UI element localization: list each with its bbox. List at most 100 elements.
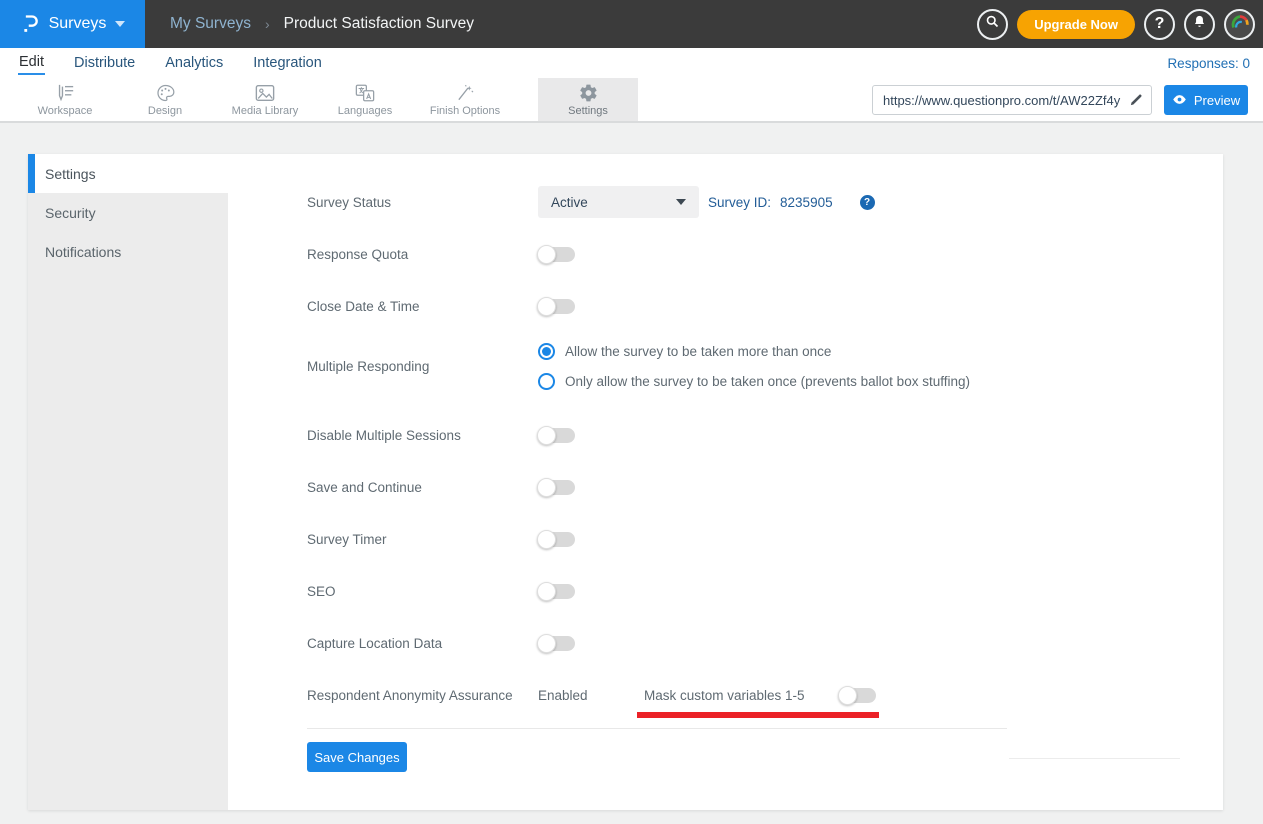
media-library-icon <box>254 83 276 103</box>
radio-label: Allow the survey to be taken more than o… <box>565 344 831 359</box>
sidebar-item-settings[interactable]: Settings <box>28 154 228 193</box>
toolbar-item-label: Settings <box>568 105 608 117</box>
toolbar-item-label: Finish Options <box>430 105 500 117</box>
radio-allow-multiple[interactable]: Allow the survey to be taken more than o… <box>538 343 970 360</box>
divider-fragment <box>1009 758 1180 759</box>
sidebar-item-label: Notifications <box>45 244 121 260</box>
toggle-knob <box>537 530 556 549</box>
tab-distribute[interactable]: Distribute <box>73 52 136 74</box>
close-date-time-toggle[interactable] <box>538 299 575 314</box>
settings-card: Settings Security Notifications Survey S… <box>28 154 1223 810</box>
mask-custom-variables-toggle[interactable] <box>839 688 876 703</box>
notifications-button[interactable] <box>1184 9 1215 40</box>
divider <box>307 728 1007 729</box>
caret-down-icon <box>676 199 686 205</box>
responses-count: Responses: 0 <box>1167 56 1250 71</box>
sidebar-item-label: Security <box>45 205 96 221</box>
save-changes-button[interactable]: Save Changes <box>307 742 407 772</box>
account-avatar[interactable] <box>1224 9 1255 40</box>
page-title: Product Satisfaction Survey <box>284 15 474 33</box>
row-seo: SEO <box>307 576 1223 607</box>
top-bar: Surveys My Surveys › Product Satisfactio… <box>0 0 1263 48</box>
help-button[interactable]: ? <box>1144 9 1175 40</box>
section-tabs: Edit Distribute Analytics Integration Re… <box>0 48 1263 78</box>
field-label: Save and Continue <box>307 480 538 495</box>
survey-status-select[interactable]: Active <box>538 186 699 218</box>
design-palette-icon <box>155 83 176 103</box>
survey-id-value: 8235905 <box>780 195 833 210</box>
tab-integration[interactable]: Integration <box>252 52 323 74</box>
avatar-icon <box>1229 11 1251 38</box>
disable-multiple-sessions-toggle[interactable] <box>538 428 575 443</box>
upgrade-now-button[interactable]: Upgrade Now <box>1017 10 1135 39</box>
radio-only-once[interactable]: Only allow the survey to be taken once (… <box>538 373 970 390</box>
toolbar-item-label: Media Library <box>232 105 299 117</box>
anonymity-status: Enabled <box>538 688 644 703</box>
page-background: Settings Security Notifications Survey S… <box>0 123 1263 824</box>
magic-wand-icon <box>455 83 476 103</box>
toggle-knob <box>838 686 857 705</box>
tab-analytics[interactable]: Analytics <box>164 52 224 74</box>
survey-id-help-icon[interactable]: ? <box>860 195 875 210</box>
settings-sidebar: Settings Security Notifications <box>28 154 228 810</box>
radio-unselected-icon <box>538 373 555 390</box>
mask-label: Mask custom variables 1-5 <box>644 688 805 703</box>
toolbar-item-workspace[interactable]: Workspace <box>15 78 115 121</box>
surveys-product-menu[interactable]: Surveys <box>0 0 145 48</box>
response-quota-toggle[interactable] <box>538 247 575 262</box>
toolbar-item-languages[interactable]: Languages <box>315 78 415 121</box>
eye-icon <box>1172 93 1187 108</box>
toolbar-item-finish-options[interactable]: Finish Options <box>415 78 515 121</box>
tab-edit[interactable]: Edit <box>18 51 45 75</box>
row-capture-location-data: Capture Location Data <box>307 628 1223 659</box>
survey-id-label: Survey ID: <box>708 195 771 210</box>
row-survey-status: Survey Status Active Survey ID: 8235905 … <box>307 186 1223 218</box>
toggle-knob <box>537 582 556 601</box>
toolbar-item-design[interactable]: Design <box>115 78 215 121</box>
edit-toolbar: Workspace Design Media Library Languages… <box>0 78 1263 123</box>
toggle-knob <box>537 478 556 497</box>
toolbar-item-settings[interactable]: Settings <box>538 78 638 121</box>
selected-value: Active <box>551 195 588 210</box>
field-label: Survey Status <box>307 195 538 210</box>
row-response-quota: Response Quota <box>307 239 1223 270</box>
save-and-continue-toggle[interactable] <box>538 480 575 495</box>
toggle-knob <box>537 245 556 264</box>
survey-id: Survey ID: 8235905 ? <box>708 195 875 210</box>
questionpro-logo-icon <box>20 13 40 35</box>
row-respondent-anonymity: Respondent Anonymity Assurance Enabled M… <box>307 680 1223 711</box>
radio-selected-icon <box>538 343 555 360</box>
field-label: Disable Multiple Sessions <box>307 428 538 443</box>
survey-url-input[interactable] <box>872 85 1152 115</box>
row-close-date-time: Close Date & Time <box>307 291 1223 322</box>
toolbar-item-label: Workspace <box>38 105 93 117</box>
help-icon: ? <box>1155 15 1165 33</box>
survey-url-group: Preview <box>872 85 1248 115</box>
field-label: SEO <box>307 584 538 599</box>
row-multiple-responding: Multiple Responding Allow the survey to … <box>307 343 1223 390</box>
sidebar-item-label: Settings <box>45 166 96 182</box>
seo-toggle[interactable] <box>538 584 575 599</box>
preview-button[interactable]: Preview <box>1164 85 1248 115</box>
sidebar-item-security[interactable]: Security <box>28 193 228 232</box>
breadcrumb-separator: › <box>265 16 270 32</box>
row-survey-timer: Survey Timer <box>307 524 1223 555</box>
languages-translate-icon <box>354 83 376 103</box>
survey-timer-toggle[interactable] <box>538 532 575 547</box>
sidebar-item-notifications[interactable]: Notifications <box>28 232 228 271</box>
toolbar-item-media-library[interactable]: Media Library <box>215 78 315 121</box>
multiple-responding-options: Allow the survey to be taken more than o… <box>538 343 970 390</box>
red-underline-annotation <box>637 712 879 718</box>
toolbar-item-label: Languages <box>338 105 392 117</box>
row-save-and-continue: Save and Continue <box>307 472 1223 503</box>
radio-label: Only allow the survey to be taken once (… <box>565 374 970 389</box>
edit-url-pencil-icon[interactable] <box>1129 92 1144 112</box>
preview-label: Preview <box>1194 93 1240 108</box>
toggle-knob <box>537 634 556 653</box>
field-label: Capture Location Data <box>307 636 538 651</box>
capture-location-toggle[interactable] <box>538 636 575 651</box>
breadcrumb-my-surveys[interactable]: My Surveys <box>170 15 251 33</box>
row-disable-multiple-sessions: Disable Multiple Sessions <box>307 420 1223 451</box>
search-button[interactable] <box>977 9 1008 40</box>
mask-custom-variables: Mask custom variables 1-5 <box>644 688 876 703</box>
